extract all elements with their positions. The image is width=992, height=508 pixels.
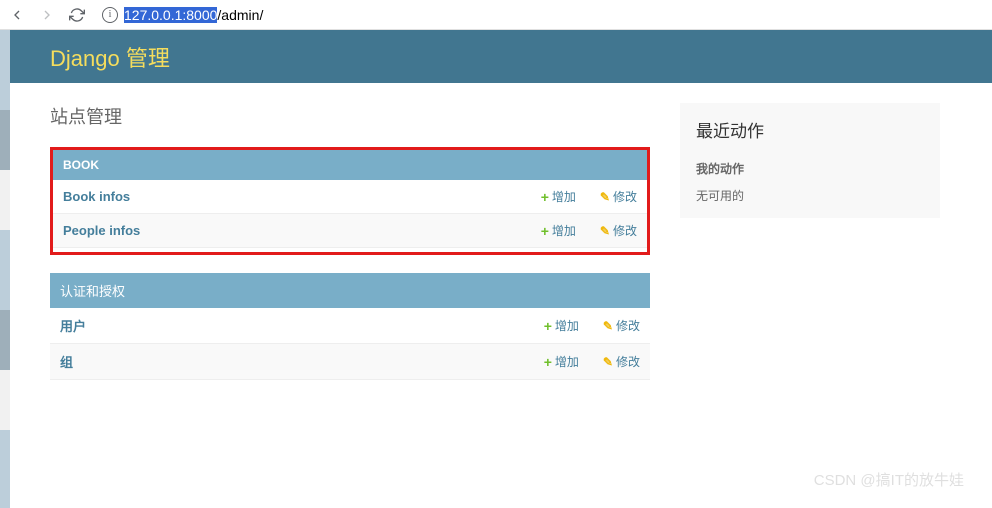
change-link[interactable]: ✎修改: [603, 353, 640, 370]
main-column: 站点管理 BOOK Book infos +增加 ✎修改 People info…: [50, 103, 650, 398]
model-link-people-infos[interactable]: People infos: [63, 223, 517, 238]
url-text: 127.0.0.1:8000/admin/: [124, 7, 263, 23]
module-book: BOOK Book infos +增加 ✎修改 People infos +增加…: [50, 147, 650, 255]
model-row: 组 +增加 ✎修改: [50, 344, 650, 380]
app-header: Django 管理: [10, 30, 992, 83]
model-row: 用户 +增加 ✎修改: [50, 308, 650, 344]
change-link[interactable]: ✎修改: [600, 188, 637, 205]
recent-actions-module: 最近动作 我的动作 无可用的: [680, 103, 940, 218]
module-header[interactable]: BOOK: [53, 150, 647, 180]
pencil-icon: ✎: [600, 224, 610, 238]
module-header[interactable]: 认证和授权: [50, 273, 650, 308]
change-link[interactable]: ✎修改: [603, 317, 640, 334]
recent-actions-title: 最近动作: [696, 117, 924, 142]
add-link[interactable]: +增加: [541, 188, 576, 205]
add-link[interactable]: +增加: [541, 222, 576, 239]
my-actions-heading: 我的动作: [696, 160, 924, 177]
plus-icon: +: [541, 223, 549, 239]
model-link-users[interactable]: 用户: [60, 316, 520, 335]
model-row: People infos +增加 ✎修改: [53, 214, 647, 248]
pencil-icon: ✎: [603, 319, 613, 333]
plus-icon: +: [544, 354, 552, 370]
none-available-text: 无可用的: [696, 187, 924, 204]
model-link-groups[interactable]: 组: [60, 352, 520, 371]
pencil-icon: ✎: [600, 190, 610, 204]
sidebar-column: 最近动作 我的动作 无可用的: [680, 103, 940, 218]
address-bar[interactable]: i 127.0.0.1:8000/admin/: [98, 7, 984, 23]
page-title: 站点管理: [50, 103, 650, 129]
site-title[interactable]: Django 管理: [50, 41, 170, 73]
model-row: Book infos +增加 ✎修改: [53, 180, 647, 214]
plus-icon: +: [544, 318, 552, 334]
watermark: CSDN @搞IT的放牛娃: [814, 469, 964, 490]
window-edge: [0, 30, 10, 508]
forward-button[interactable]: [38, 6, 56, 24]
back-button[interactable]: [8, 6, 26, 24]
plus-icon: +: [541, 189, 549, 205]
change-link[interactable]: ✎修改: [600, 222, 637, 239]
info-icon[interactable]: i: [102, 7, 118, 23]
add-link[interactable]: +增加: [544, 353, 579, 370]
pencil-icon: ✎: [603, 355, 613, 369]
module-auth: 认证和授权 用户 +增加 ✎修改 组 +增加 ✎修改: [50, 273, 650, 380]
add-link[interactable]: +增加: [544, 317, 579, 334]
model-link-book-infos[interactable]: Book infos: [63, 189, 517, 204]
reload-button[interactable]: [68, 6, 86, 24]
browser-toolbar: i 127.0.0.1:8000/admin/: [0, 0, 992, 30]
